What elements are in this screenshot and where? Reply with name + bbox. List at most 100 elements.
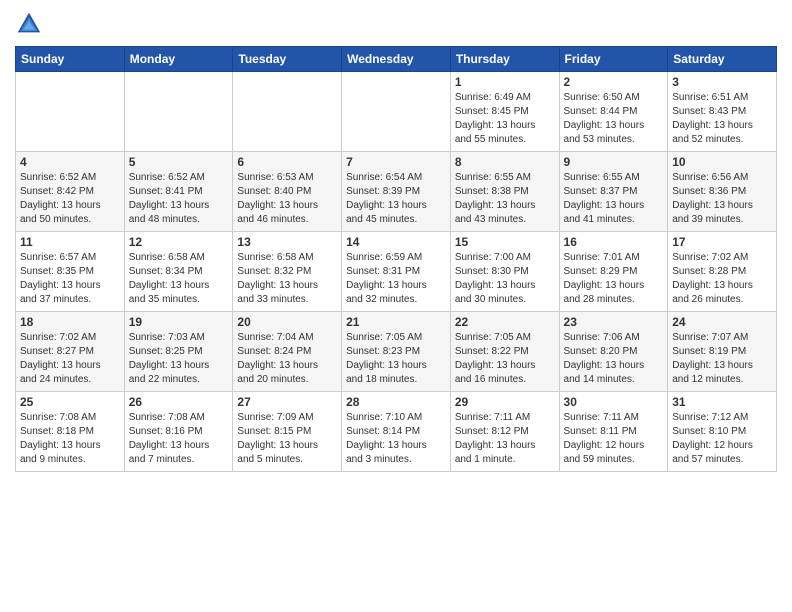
day-info: Sunrise: 7:07 AM Sunset: 8:19 PM Dayligh… — [672, 331, 772, 387]
day-info: Sunrise: 7:09 AM Sunset: 8:15 PM Dayligh… — [237, 411, 337, 467]
header-friday: Friday — [559, 47, 668, 72]
calendar-cell: 18Sunrise: 7:02 AM Sunset: 8:27 PM Dayli… — [16, 312, 125, 392]
day-number: 9 — [564, 155, 664, 169]
day-info: Sunrise: 7:02 AM Sunset: 8:28 PM Dayligh… — [672, 251, 772, 307]
calendar-cell: 17 Sunrise: 7:02 AM Sunset: 8:28 PM Dayli… — [668, 232, 777, 312]
day-number: 17 — [672, 235, 772, 249]
calendar-cell: 2 Sunrise: 6:50 AM Sunset: 8:44 PM Daylig… — [559, 72, 668, 152]
calendar-cell: 19 Sunrise: 7:03 AM Sunset: 8:25 PM Dayli… — [124, 312, 233, 392]
calendar-cell: 8Sunrise: 6:55 AM Sunset: 8:38 PM Daylig… — [450, 152, 559, 232]
day-info: Sunrise: 7:05 AM Sunset: 8:23 PM Dayligh… — [346, 331, 446, 387]
day-info: Sunrise: 7:06 AM Sunset: 8:20 PM Dayligh… — [564, 331, 664, 387]
day-number: 27 — [237, 395, 337, 409]
day-number: 7 — [346, 155, 446, 169]
day-number: 12 — [129, 235, 229, 249]
calendar-table: SundayMondayTuesdayWednesdayThursdayFrid… — [15, 46, 777, 472]
calendar-cell: 7 Sunrise: 6:54 AM Sunset: 8:39 PM Daylig… — [342, 152, 451, 232]
calendar-cell: 24 Sunrise: 7:07 AM Sunset: 8:19 PM Dayli… — [668, 312, 777, 392]
day-number: 15 — [455, 235, 555, 249]
day-number: 24 — [672, 315, 772, 329]
day-number: 21 — [346, 315, 446, 329]
calendar-cell: 28 Sunrise: 7:10 AM Sunset: 8:14 PM Dayli… — [342, 392, 451, 472]
day-info: Sunrise: 7:01 AM Sunset: 8:29 PM Dayligh… — [564, 251, 664, 307]
calendar-week-row: 25 Sunrise: 7:08 AM Sunset: 8:18 PM Dayli… — [16, 392, 777, 472]
day-info: Sunrise: 7:08 AM Sunset: 8:16 PM Dayligh… — [129, 411, 229, 467]
day-number: 20 — [237, 315, 337, 329]
calendar-week-row: 4Sunrise: 6:52 AM Sunset: 8:42 PM Daylig… — [16, 152, 777, 232]
day-number: 14 — [346, 235, 446, 249]
page-header — [15, 10, 777, 38]
calendar-week-row: 1Sunrise: 6:49 AM Sunset: 8:45 PM Daylig… — [16, 72, 777, 152]
day-number: 23 — [564, 315, 664, 329]
day-number: 2 — [564, 75, 664, 89]
day-number: 19 — [129, 315, 229, 329]
day-info: Sunrise: 7:04 AM Sunset: 8:24 PM Dayligh… — [237, 331, 337, 387]
day-number: 5 — [129, 155, 229, 169]
calendar-cell — [342, 72, 451, 152]
calendar-cell: 25 Sunrise: 7:08 AM Sunset: 8:18 PM Dayli… — [16, 392, 125, 472]
calendar-cell: 13Sunrise: 6:58 AM Sunset: 8:32 PM Dayli… — [233, 232, 342, 312]
calendar-cell: 15Sunrise: 7:00 AM Sunset: 8:30 PM Dayli… — [450, 232, 559, 312]
day-info: Sunrise: 7:12 AM Sunset: 8:10 PM Dayligh… — [672, 411, 772, 467]
calendar-header-row: SundayMondayTuesdayWednesdayThursdayFrid… — [16, 47, 777, 72]
day-number: 31 — [672, 395, 772, 409]
calendar-cell: 3 Sunrise: 6:51 AM Sunset: 8:43 PM Daylig… — [668, 72, 777, 152]
day-info: Sunrise: 7:10 AM Sunset: 8:14 PM Dayligh… — [346, 411, 446, 467]
calendar-cell — [16, 72, 125, 152]
logo-icon — [15, 10, 43, 38]
logo — [15, 10, 45, 38]
day-info: Sunrise: 6:54 AM Sunset: 8:39 PM Dayligh… — [346, 171, 446, 227]
calendar-cell: 21 Sunrise: 7:05 AM Sunset: 8:23 PM Dayli… — [342, 312, 451, 392]
calendar-cell: 1Sunrise: 6:49 AM Sunset: 8:45 PM Daylig… — [450, 72, 559, 152]
day-number: 6 — [237, 155, 337, 169]
calendar-cell: 27 Sunrise: 7:09 AM Sunset: 8:15 PM Dayli… — [233, 392, 342, 472]
calendar-cell: 31 Sunrise: 7:12 AM Sunset: 8:10 PM Dayli… — [668, 392, 777, 472]
day-number: 11 — [20, 235, 120, 249]
calendar-cell: 20 Sunrise: 7:04 AM Sunset: 8:24 PM Dayli… — [233, 312, 342, 392]
calendar-cell: 23 Sunrise: 7:06 AM Sunset: 8:20 PM Dayli… — [559, 312, 668, 392]
day-info: Sunrise: 7:03 AM Sunset: 8:25 PM Dayligh… — [129, 331, 229, 387]
day-info: Sunrise: 7:08 AM Sunset: 8:18 PM Dayligh… — [20, 411, 120, 467]
day-info: Sunrise: 6:59 AM Sunset: 8:31 PM Dayligh… — [346, 251, 446, 307]
calendar-cell — [124, 72, 233, 152]
header-sunday: Sunday — [16, 47, 125, 72]
day-info: Sunrise: 6:58 AM Sunset: 8:34 PM Dayligh… — [129, 251, 229, 307]
calendar-cell: 14 Sunrise: 6:59 AM Sunset: 8:31 PM Dayli… — [342, 232, 451, 312]
day-info: Sunrise: 6:57 AM Sunset: 8:35 PM Dayligh… — [20, 251, 120, 307]
day-number: 29 — [455, 395, 555, 409]
day-info: Sunrise: 6:49 AM Sunset: 8:45 PM Dayligh… — [455, 91, 555, 147]
header-tuesday: Tuesday — [233, 47, 342, 72]
day-number: 8 — [455, 155, 555, 169]
day-info: Sunrise: 6:53 AM Sunset: 8:40 PM Dayligh… — [237, 171, 337, 227]
calendar-cell: 6 Sunrise: 6:53 AM Sunset: 8:40 PM Daylig… — [233, 152, 342, 232]
calendar-week-row: 18Sunrise: 7:02 AM Sunset: 8:27 PM Dayli… — [16, 312, 777, 392]
day-info: Sunrise: 6:52 AM Sunset: 8:41 PM Dayligh… — [129, 171, 229, 227]
day-info: Sunrise: 6:55 AM Sunset: 8:37 PM Dayligh… — [564, 171, 664, 227]
calendar-cell: 5 Sunrise: 6:52 AM Sunset: 8:41 PM Daylig… — [124, 152, 233, 232]
day-number: 26 — [129, 395, 229, 409]
calendar-cell: 9 Sunrise: 6:55 AM Sunset: 8:37 PM Daylig… — [559, 152, 668, 232]
day-number: 30 — [564, 395, 664, 409]
day-number: 22 — [455, 315, 555, 329]
day-info: Sunrise: 6:58 AM Sunset: 8:32 PM Dayligh… — [237, 251, 337, 307]
header-saturday: Saturday — [668, 47, 777, 72]
calendar-week-row: 11 Sunrise: 6:57 AM Sunset: 8:35 PM Dayli… — [16, 232, 777, 312]
calendar-cell: 12 Sunrise: 6:58 AM Sunset: 8:34 PM Dayli… — [124, 232, 233, 312]
day-info: Sunrise: 6:50 AM Sunset: 8:44 PM Dayligh… — [564, 91, 664, 147]
day-number: 28 — [346, 395, 446, 409]
day-number: 10 — [672, 155, 772, 169]
day-number: 18 — [20, 315, 120, 329]
day-info: Sunrise: 6:51 AM Sunset: 8:43 PM Dayligh… — [672, 91, 772, 147]
day-info: Sunrise: 6:56 AM Sunset: 8:36 PM Dayligh… — [672, 171, 772, 227]
day-number: 25 — [20, 395, 120, 409]
calendar-cell: 26 Sunrise: 7:08 AM Sunset: 8:16 PM Dayli… — [124, 392, 233, 472]
calendar-cell: 16Sunrise: 7:01 AM Sunset: 8:29 PM Dayli… — [559, 232, 668, 312]
calendar-cell — [233, 72, 342, 152]
calendar-cell: 11 Sunrise: 6:57 AM Sunset: 8:35 PM Dayli… — [16, 232, 125, 312]
calendar-cell: 4Sunrise: 6:52 AM Sunset: 8:42 PM Daylig… — [16, 152, 125, 232]
day-info: Sunrise: 7:05 AM Sunset: 8:22 PM Dayligh… — [455, 331, 555, 387]
calendar-cell: 10 Sunrise: 6:56 AM Sunset: 8:36 PM Dayli… — [668, 152, 777, 232]
calendar-cell: 22 Sunrise: 7:05 AM Sunset: 8:22 PM Dayli… — [450, 312, 559, 392]
header-thursday: Thursday — [450, 47, 559, 72]
day-number: 3 — [672, 75, 772, 89]
